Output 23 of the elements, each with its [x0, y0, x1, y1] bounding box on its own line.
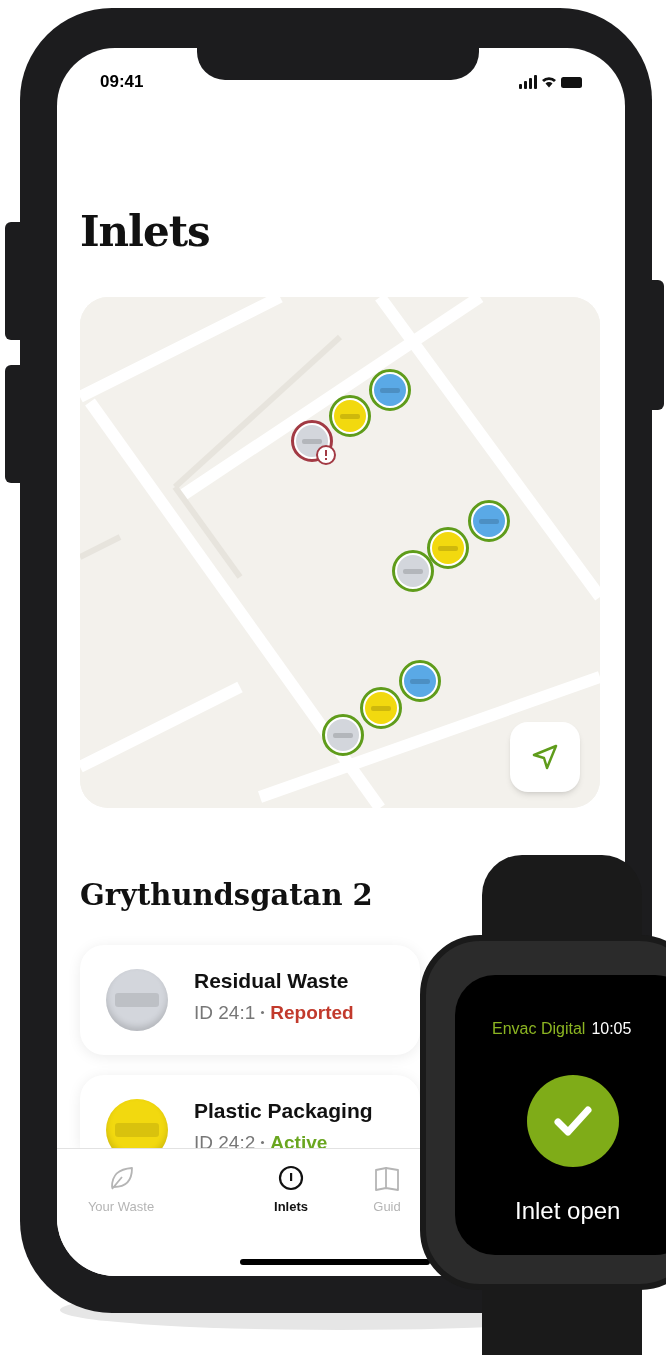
section-title: Grythundsgatan 2	[80, 877, 374, 914]
page-title: Inlets	[80, 207, 211, 257]
status-time: 09:41	[100, 71, 144, 94]
tab[interactable]: Inlets	[239, 1165, 343, 1217]
inlet-name: Residual Waste	[194, 968, 350, 994]
navigation-arrow-icon	[532, 744, 558, 770]
leaf-icon	[108, 1165, 134, 1191]
inlet-id: ID 24:2	[194, 1130, 256, 1148]
wifi-icon	[542, 76, 556, 88]
inlet-status: Active	[270, 1130, 328, 1148]
watch-app-name: Envac Digital	[492, 1019, 586, 1039]
battery-icon	[561, 76, 582, 88]
inlet-status: Reported	[270, 1000, 354, 1025]
inlet-id: ID 24:1	[194, 1000, 256, 1025]
watch-time: 10:05	[591, 1019, 632, 1039]
watch-message: Inlet open	[514, 1196, 622, 1226]
locate-button[interactable]	[510, 722, 580, 792]
book-icon	[374, 1165, 400, 1191]
inlet-card[interactable]: Plastic Packaging ID 24:2 Active	[80, 1075, 420, 1148]
signal-icon	[519, 75, 537, 89]
inlet-name: Plastic Packaging	[194, 1098, 373, 1124]
inlet-icon	[278, 1165, 304, 1191]
inlet-card[interactable]: Residual Waste ID 24:1 Reported	[80, 945, 420, 1055]
